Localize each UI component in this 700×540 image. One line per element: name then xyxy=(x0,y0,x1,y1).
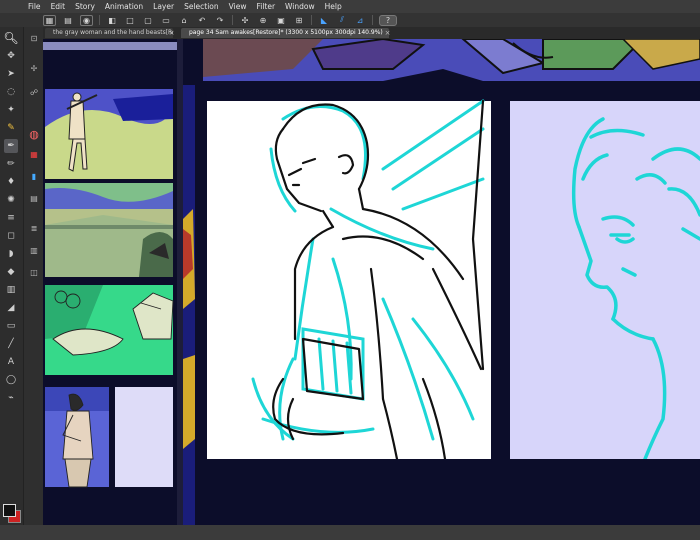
zoom-icon[interactable]: 🔍︎ xyxy=(3,31,18,45)
sub-tool-icon[interactable]: ▤ xyxy=(27,191,41,205)
open-icon[interactable]: ▭ xyxy=(160,15,172,26)
target-icon[interactable]: ⊕ xyxy=(257,15,269,26)
menu-view[interactable]: View xyxy=(224,2,252,11)
tab-page-34[interactable]: page 34 Sam awakes[Restore]* (3300 x 510… xyxy=(181,28,389,38)
sub-tool-icon[interactable]: ✢ xyxy=(27,61,41,75)
menu-file[interactable]: File xyxy=(0,2,46,11)
close-icon[interactable]: × xyxy=(167,28,176,38)
lavender-panel xyxy=(510,101,700,461)
main-canvas[interactable] xyxy=(183,39,700,525)
toolbar-separator xyxy=(99,15,100,25)
main-color-swatch[interactable] xyxy=(3,504,16,517)
text-icon[interactable]: A xyxy=(4,355,18,369)
menu-selection[interactable]: Selection xyxy=(179,2,224,11)
menu-animation[interactable]: Animation xyxy=(100,2,148,11)
canvas-artwork xyxy=(183,39,700,525)
menu-edit[interactable]: Edit xyxy=(46,2,71,11)
sub-tool-icon[interactable]: ☍ xyxy=(27,85,41,99)
sub-tool-icon[interactable]: ⊡ xyxy=(27,31,41,45)
eraser-icon[interactable]: ◻ xyxy=(4,229,18,243)
transform-icon[interactable]: ✣ xyxy=(239,15,251,26)
color-wheel-icon[interactable]: ◍ xyxy=(27,127,41,141)
snap-icon[interactable]: ⊞ xyxy=(293,15,305,26)
move-icon[interactable]: ✥ xyxy=(4,49,18,63)
thumbnail-panel[interactable] xyxy=(45,285,174,375)
decoration-icon[interactable]: ≡ xyxy=(4,211,18,225)
snap-to-ruler-icon[interactable]: ◣ xyxy=(318,15,330,26)
toolbar-separator xyxy=(232,15,233,25)
perspective-icon[interactable]: ⊿ xyxy=(354,15,366,26)
help-icon[interactable]: ? xyxy=(379,14,397,26)
lasso-icon[interactable]: ◌ xyxy=(4,85,18,99)
menu-help[interactable]: Help xyxy=(320,2,347,11)
undo-icon[interactable]: ↶ xyxy=(196,15,208,26)
menu-bar: File Edit Story Animation Layer Selectio… xyxy=(0,0,700,13)
correct-line-icon[interactable]: ⌁ xyxy=(4,391,18,405)
command-bar: ▦ ▤ ◉ ◧ □ ▢ ▭ ⌂ ↶ ↷ ✣ ⊕ ▣ ⊞ ◣ ⫽ ⊿ ? xyxy=(0,13,700,27)
thumbnail-panel[interactable] xyxy=(115,387,173,487)
square-icon[interactable]: □ xyxy=(124,15,136,26)
grid-icon[interactable]: ▦ xyxy=(43,14,56,26)
save-icon[interactable]: ⌂ xyxy=(178,15,190,26)
document-tabs: the gray woman and the hand beasts[Re × … xyxy=(43,27,700,39)
menu-window[interactable]: Window xyxy=(280,2,320,11)
tab-the-gray-woman[interactable]: the gray woman and the hand beasts[Re xyxy=(45,28,173,38)
sub-tool-icon[interactable]: ◫ xyxy=(27,265,41,279)
symmetry-icon[interactable]: ⫽ xyxy=(336,15,348,26)
frame-border-icon[interactable]: ▭ xyxy=(4,319,18,333)
blend-icon[interactable]: ◗ xyxy=(4,247,18,261)
fill-icon[interactable]: ▣ xyxy=(275,15,287,26)
color-icon[interactable] xyxy=(0,500,23,540)
eye-icon[interactable]: ◉ xyxy=(80,14,93,26)
layout-icon[interactable]: ▤ xyxy=(62,15,74,26)
thumbnail-panel[interactable] xyxy=(45,387,109,488)
ruler-icon[interactable]: ╱ xyxy=(4,337,18,351)
gradient-icon[interactable]: ▥ xyxy=(4,283,18,297)
balloon-icon[interactable]: ◯ xyxy=(4,373,18,387)
menu-layer[interactable]: Layer xyxy=(148,2,179,11)
close-icon[interactable]: × xyxy=(383,28,392,38)
sub-tool-palette: ⊡ ✢ ☍ ◍ ▦ ▮ ▤ ≣ ▥ ◫ xyxy=(23,27,44,525)
page-thumbnails xyxy=(43,39,177,525)
toolbar-separator xyxy=(372,15,373,25)
white-panel xyxy=(207,99,491,461)
color-slider-icon[interactable]: ▮ xyxy=(27,169,41,183)
figure-icon[interactable]: ◢ xyxy=(4,301,18,315)
thumbnail-panel[interactable] xyxy=(45,89,173,179)
layers-icon[interactable]: ◧ xyxy=(106,15,118,26)
layer-icon[interactable]: ≣ xyxy=(27,221,41,235)
operation-icon[interactable]: ➤ xyxy=(4,67,18,81)
new-icon[interactable]: ▢ xyxy=(142,15,154,26)
color-set-icon[interactable]: ▦ xyxy=(27,147,41,161)
magic-wand-icon[interactable]: ✦ xyxy=(4,103,18,117)
thumbnail-panel[interactable] xyxy=(45,183,173,277)
toolbar-separator xyxy=(311,15,312,25)
fill-icon[interactable]: ◆ xyxy=(4,265,18,279)
menu-story[interactable]: Story xyxy=(70,2,100,11)
sub-tool-icon[interactable]: ▥ xyxy=(27,243,41,257)
airbrush-icon[interactable]: ✺ xyxy=(4,193,18,207)
tool-palette: 🔍︎ ✥ ➤ ◌ ✦ ✎ ✒ ✏ ♦ ✺ ≡ ◻ ◗ ◆ ▥ ◢ ▭ ╱ A ◯… xyxy=(0,27,23,525)
page-navigator xyxy=(43,39,177,525)
redo-icon[interactable]: ↷ xyxy=(214,15,226,26)
brush-icon[interactable]: ♦ xyxy=(4,175,18,189)
eyedropper-icon[interactable]: ✎ xyxy=(4,121,18,135)
menu-filter[interactable]: Filter xyxy=(251,2,280,11)
pencil-icon[interactable]: ✏ xyxy=(4,157,18,171)
pen-icon[interactable]: ✒ xyxy=(4,139,18,153)
